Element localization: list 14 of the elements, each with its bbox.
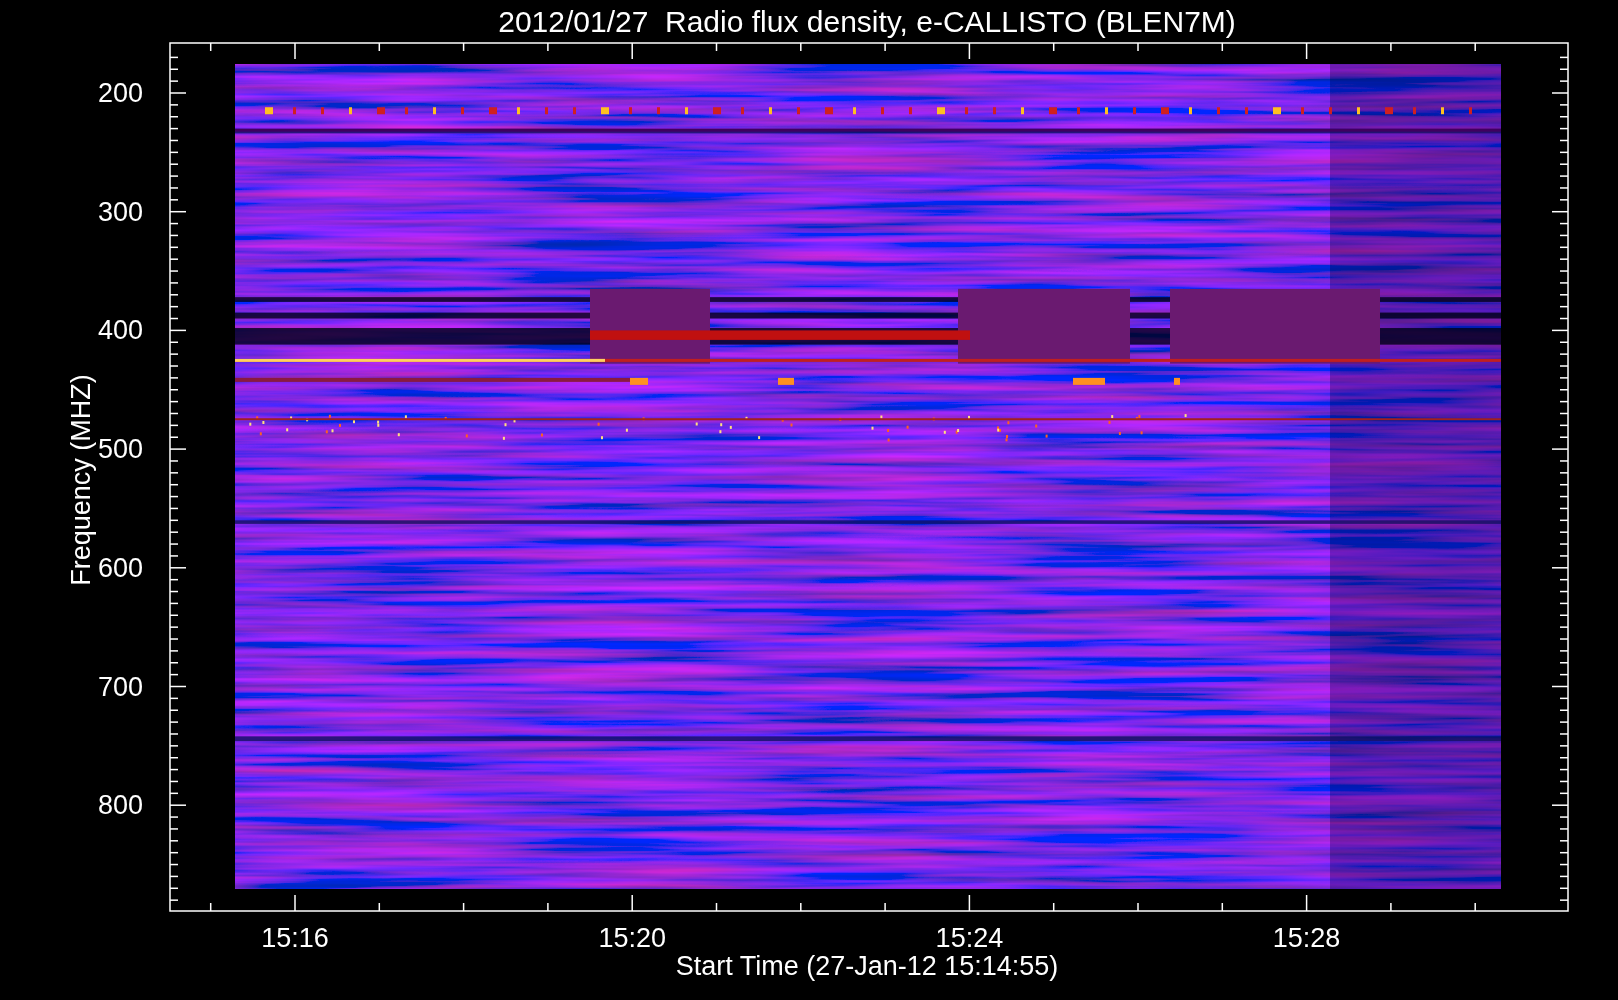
y-tick-label: 400 (97, 315, 143, 346)
y-tick-label: 200 (97, 78, 143, 108)
plot-title: 2012/01/27 Radio flux density, e-CALLISTO (BLEN7M) (498, 5, 1236, 38)
y-tick-label: 500 (97, 434, 143, 465)
x-axis-title: Start Time (27-Jan-12 15:14:55) (675, 951, 1059, 981)
y-tick-label: 300 (97, 196, 143, 227)
y-axis-title: Frequency (MHZ) (66, 374, 96, 586)
y-tick-label: 700 (97, 671, 143, 702)
x-tick-label: 15:16 (261, 923, 329, 953)
y-tick-label: 600 (97, 552, 143, 583)
y-tick-label: 800 (97, 790, 143, 821)
x-tick-label: 15:24 (935, 923, 1004, 953)
x-tick-label: 15:20 (598, 923, 666, 953)
x-tick-label: 15:28 (1272, 923, 1341, 953)
